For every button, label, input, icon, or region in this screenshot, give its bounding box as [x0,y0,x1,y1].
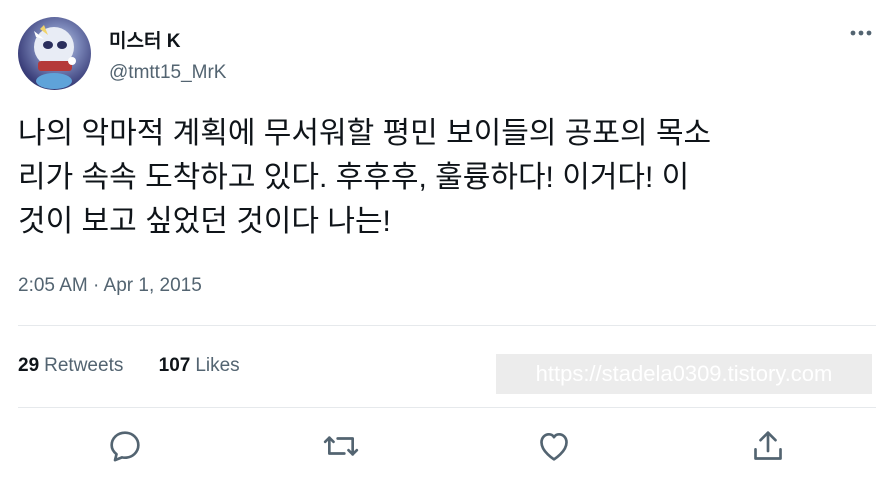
share-icon [754,431,782,460]
retweets-label: Retweets [44,355,124,376]
tweet-card: 미스터 K @tmtt15_MrK 나의 악마적 계획에 무서워할 평민 보이들… [0,0,894,499]
retweets-count: 29 [18,355,40,376]
tweet-timestamp[interactable]: 2:05 AM · Apr 1, 2015 [18,275,202,297]
divider [18,407,876,408]
more-horizontal-icon [850,30,872,36]
reply-icon [110,431,140,462]
likes-stat[interactable]: 107 Likes [159,355,240,377]
retweet-icon [323,436,359,456]
reply-button[interactable] [105,426,145,466]
avatar[interactable] [18,17,91,90]
user-handle[interactable]: @tmtt15_MrK [109,62,226,84]
likes-count: 107 [158,355,191,376]
retweets-stat[interactable]: 29 Retweets [18,355,123,377]
like-button[interactable] [534,426,574,466]
avatar-image [34,25,76,89]
display-name[interactable]: 미스터 K [109,26,180,53]
watermark: https://stadela0309.tistory.com [496,354,872,394]
divider [18,325,876,326]
likes-label: Likes [195,355,240,376]
heart-icon [540,433,568,461]
tweet-stats: 29 Retweets 107 Likes [18,355,270,377]
tweet-text: 나의 악마적 계획에 무서워할 평민 보이들의 공포의 목소 리가 속속 도착하… [18,117,712,238]
retweet-button[interactable] [321,426,361,466]
tweet-actions [0,420,894,470]
share-button[interactable] [748,426,788,466]
more-options-button[interactable] [846,22,876,44]
